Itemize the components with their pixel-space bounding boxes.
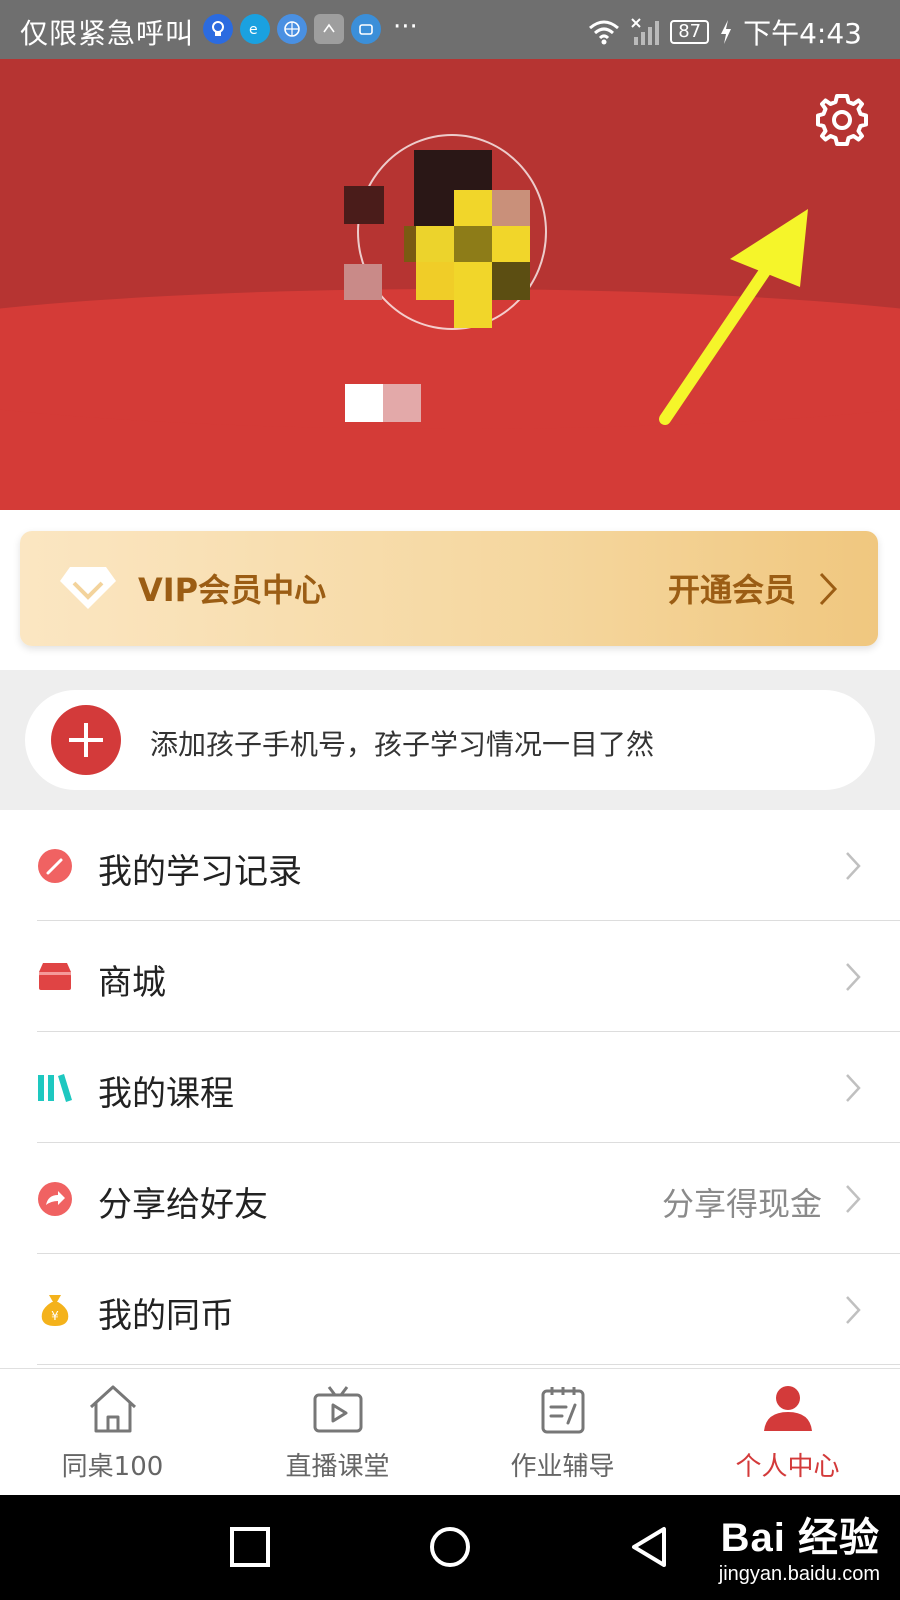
avatar-mosaic	[454, 150, 492, 190]
username-blurred	[345, 384, 423, 422]
avatar-mosaic	[344, 186, 384, 224]
avatar-mosaic	[344, 264, 382, 300]
money-bag-icon: ¥	[41, 1295, 69, 1326]
battery-indicator: 87	[670, 20, 710, 44]
globe-app-icon	[277, 14, 307, 44]
diamond-icon	[60, 567, 116, 609]
books-icon	[38, 1074, 72, 1102]
tab-label: 作业辅导	[510, 1452, 615, 1482]
notification-icons: e	[203, 14, 381, 44]
avatar-mosaic	[454, 226, 492, 262]
system-navigation-bar: Bai 经验 jingyan.baidu.com	[0, 1495, 900, 1600]
chevron-right-icon	[846, 1296, 861, 1324]
watermark-url: jingyan.baidu.com	[718, 1563, 880, 1585]
chevron-right-icon	[819, 572, 838, 606]
add-child-section: 添加孩子手机号，孩子学习情况一目了然	[0, 670, 900, 810]
avatar-mosaic	[416, 262, 454, 300]
svg-text:e: e	[249, 22, 258, 38]
menu-label: 商城	[98, 963, 166, 1003]
profile-header	[0, 59, 900, 510]
notepad-icon	[541, 1387, 585, 1434]
bottom-tab-bar: 同桌100 直播课堂 作业辅导 个人中心	[0, 1368, 900, 1495]
avatar-mosaic	[414, 190, 454, 226]
tab-homework-help[interactable]: 作业辅导	[450, 1369, 675, 1496]
yellow-arrow-annotation	[659, 209, 808, 425]
menu-item-my-courses[interactable]: 我的课程	[0, 1032, 900, 1143]
tab-label: 同桌100	[61, 1452, 164, 1482]
avatar-mosaic	[454, 262, 492, 300]
share-icon	[38, 1182, 72, 1216]
home-icon	[89, 1385, 137, 1433]
wallet-app-icon	[351, 14, 381, 44]
avatar[interactable]	[344, 134, 547, 330]
tab-label: 个人中心	[735, 1452, 840, 1482]
avatar-mosaic	[454, 300, 492, 328]
vip-center-title: VIP会员中心	[138, 571, 327, 609]
status-bar: 仅限紧急呼叫 e ··· 87 下午4:43	[0, 0, 900, 59]
menu-label: 我的学习记录	[98, 852, 302, 892]
charging-icon	[721, 20, 732, 44]
avatar-mosaic	[492, 190, 530, 226]
add-child-text: 添加孩子手机号，孩子学习情况一目了然	[150, 728, 655, 761]
wifi-icon	[589, 20, 620, 45]
person-icon	[764, 1386, 812, 1431]
watermark-brand: Bai 经验	[720, 1516, 880, 1560]
back-triangle-icon[interactable]	[628, 1525, 672, 1569]
profile-menu: 我的学习记录 商城 我的课程 分享给好友 分享得现金 ¥ 我的同币	[0, 810, 900, 1365]
store-icon	[39, 963, 71, 990]
menu-item-store[interactable]: 商城	[0, 921, 900, 1032]
plus-circle-icon	[51, 705, 121, 775]
tv-icon	[313, 1386, 363, 1433]
menu-item-study-records[interactable]: 我的学习记录	[0, 810, 900, 921]
menu-label: 我的课程	[98, 1074, 234, 1114]
e-app-icon: e	[240, 14, 270, 44]
tab-personal-center[interactable]: 个人中心	[675, 1369, 900, 1496]
menu-label: 我的同币	[98, 1296, 234, 1336]
emergency-call-text: 仅限紧急呼叫	[20, 17, 195, 50]
more-notifications-icon: ···	[393, 12, 418, 42]
chevron-right-icon	[846, 1074, 861, 1102]
menu-item-my-coins[interactable]: ¥ 我的同币	[0, 1254, 900, 1365]
home-circle-icon[interactable]	[428, 1525, 472, 1569]
baidu-jingyan-watermark: Bai 经验 jingyan.baidu.com	[719, 1505, 880, 1586]
menu-item-share-friends[interactable]: 分享给好友 分享得现金	[0, 1143, 900, 1254]
no-signal-icon	[631, 18, 660, 45]
menu-sub-label: 分享得现金	[661, 1185, 822, 1223]
bulb-app-icon	[203, 14, 233, 44]
tab-label: 直播课堂	[285, 1452, 390, 1482]
avatar-mosaic	[414, 150, 454, 190]
tab-live-class[interactable]: 直播课堂	[225, 1369, 450, 1496]
menu-label: 分享给好友	[98, 1185, 268, 1225]
chevron-right-icon	[846, 852, 861, 880]
tab-home[interactable]: 同桌100	[0, 1369, 225, 1496]
recent-apps-icon[interactable]	[228, 1525, 272, 1569]
avatar-mosaic	[404, 226, 416, 262]
open-membership-link[interactable]: 开通会员	[668, 565, 796, 611]
divider	[37, 1364, 900, 1365]
avatar-mosaic	[492, 226, 530, 262]
clock: 下午4:43	[743, 17, 862, 50]
avatar-mosaic	[416, 226, 454, 262]
chevron-right-icon	[846, 963, 861, 991]
svg-text:¥: ¥	[51, 1309, 59, 1323]
avatar-mosaic	[454, 190, 492, 226]
add-child-phone-button[interactable]: 添加孩子手机号，孩子学习情况一目了然	[25, 690, 875, 790]
system-indicators: 87 下午4:43	[588, 12, 862, 52]
pencil-icon	[38, 849, 72, 883]
vip-member-card[interactable]: VIP会员中心 开通会员	[20, 531, 878, 646]
huawei-app-icon	[314, 14, 344, 44]
avatar-mosaic	[492, 262, 530, 300]
chevron-right-icon	[846, 1185, 861, 1213]
